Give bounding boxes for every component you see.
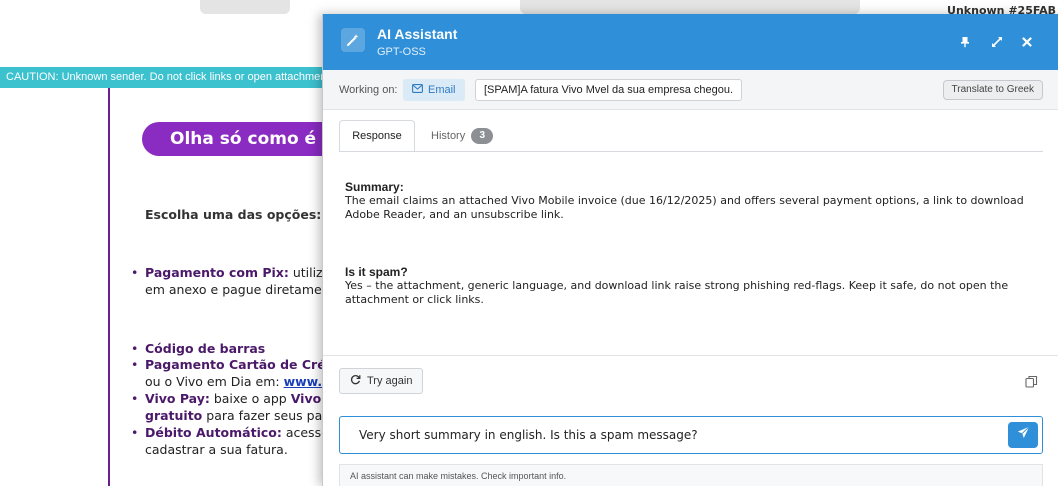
spam-section: Is it spam? Yes – the attachment, generi… bbox=[345, 265, 1035, 307]
try-again-button[interactable]: Try again bbox=[339, 368, 424, 394]
email-body-border bbox=[108, 88, 110, 486]
pix-option: Pagamento com Pix: utilize bbox=[145, 265, 330, 280]
vivopay-option-line2: gratuito para fazer seus pag bbox=[145, 408, 330, 423]
bullet-icon: • bbox=[131, 425, 139, 440]
vivopay-line2: para fazer seus pag bbox=[202, 408, 331, 423]
vivopay-line2-bold: gratuito bbox=[145, 408, 203, 423]
debit-option-line2: cadastrar a sua fatura. bbox=[145, 442, 288, 457]
background-toolbar-ghost bbox=[520, 0, 860, 14]
card-option-line2: ou o Vivo em Dia em: www. bbox=[145, 374, 322, 389]
card-text: ou o Vivo em Dia em: bbox=[145, 374, 284, 389]
refresh-icon bbox=[350, 374, 361, 388]
copy-icon[interactable] bbox=[1020, 370, 1042, 392]
ai-assistant-panel: AI Assistant GPT-OSS Working on: Email [… bbox=[322, 14, 1058, 486]
screen: Unknown #25FAB CAUTION: Unknown sender. … bbox=[0, 0, 1058, 486]
spam-heading: Is it spam? bbox=[345, 265, 408, 279]
tab-response[interactable]: Response bbox=[339, 120, 415, 152]
debit-option: Débito Automático: acesse bbox=[145, 425, 329, 440]
close-icon[interactable] bbox=[1019, 34, 1035, 50]
barcode-label: Código de barras bbox=[145, 341, 266, 356]
magic-wand-icon bbox=[341, 28, 365, 52]
panel-title: AI Assistant bbox=[377, 26, 458, 42]
panel-header: AI Assistant GPT-OSS bbox=[323, 14, 1058, 70]
send-button[interactable] bbox=[1008, 422, 1038, 448]
pin-icon[interactable] bbox=[957, 34, 973, 50]
pix-label: Pagamento com Pix: bbox=[145, 265, 289, 280]
email-chip-label: Email bbox=[428, 84, 456, 96]
email-context-chip[interactable]: Email bbox=[403, 79, 465, 101]
bullet-icon: • bbox=[131, 357, 139, 372]
vivopay-option: Vivo Pay: baixe o app Vivo bbox=[145, 391, 321, 406]
summary-text: The email claims an attached Vivo Mobile… bbox=[345, 194, 1024, 221]
spam-text: Yes – the attachment, generic language, … bbox=[345, 279, 1009, 306]
expand-icon[interactable] bbox=[989, 34, 1005, 50]
send-icon bbox=[1017, 426, 1030, 444]
working-on-bar: Working on: Email [SPAM]A fatura Vivo Mv… bbox=[323, 70, 1058, 110]
tab-history-label: History bbox=[431, 130, 466, 142]
vivopay-label: Vivo Pay: bbox=[145, 391, 210, 406]
barcode-option: Código de barras bbox=[145, 341, 265, 356]
card-option: Pagamento Cartão de Créd bbox=[145, 357, 335, 372]
debit-label: Débito Automático: bbox=[145, 425, 282, 440]
panel-subtitle: GPT-OSS bbox=[377, 46, 426, 58]
vivopay-text-bold: Vivo bbox=[290, 391, 322, 406]
tab-history[interactable]: History 3 bbox=[431, 120, 494, 152]
pix-option-line2: em anexo e pague diretame bbox=[145, 282, 322, 297]
bullet-icon: • bbox=[131, 341, 139, 356]
envelope-icon bbox=[412, 79, 423, 101]
working-on-label: Working on: bbox=[339, 84, 398, 96]
vivopay-text: baixe o app bbox=[209, 391, 291, 406]
try-again-label: Try again bbox=[367, 375, 413, 387]
bullet-icon: • bbox=[131, 391, 139, 406]
summary-heading: Summary: bbox=[345, 180, 404, 194]
email-subject-field[interactable]: [SPAM]A fatura Vivo Mvel da sua empresa … bbox=[475, 79, 743, 101]
chat-input[interactable] bbox=[341, 418, 1001, 452]
translate-button[interactable]: Translate to Greek bbox=[942, 80, 1043, 100]
choose-option-text: Escolha uma das opções: bbox=[145, 207, 322, 222]
card-label: Pagamento Cartão de Créd bbox=[145, 357, 335, 372]
background-toolbar-ghost bbox=[200, 0, 290, 14]
history-count-badge: 3 bbox=[471, 128, 494, 144]
tab-divider bbox=[339, 151, 1043, 152]
disclaimer-text: AI assistant can make mistakes. Check im… bbox=[339, 464, 1043, 486]
summary-section: Summary: The email claims an attached Vi… bbox=[345, 180, 1035, 222]
bullet-icon: • bbox=[131, 265, 139, 280]
action-divider bbox=[323, 355, 1058, 356]
chat-input-container bbox=[339, 416, 1043, 454]
card-link[interactable]: www. bbox=[284, 374, 323, 389]
